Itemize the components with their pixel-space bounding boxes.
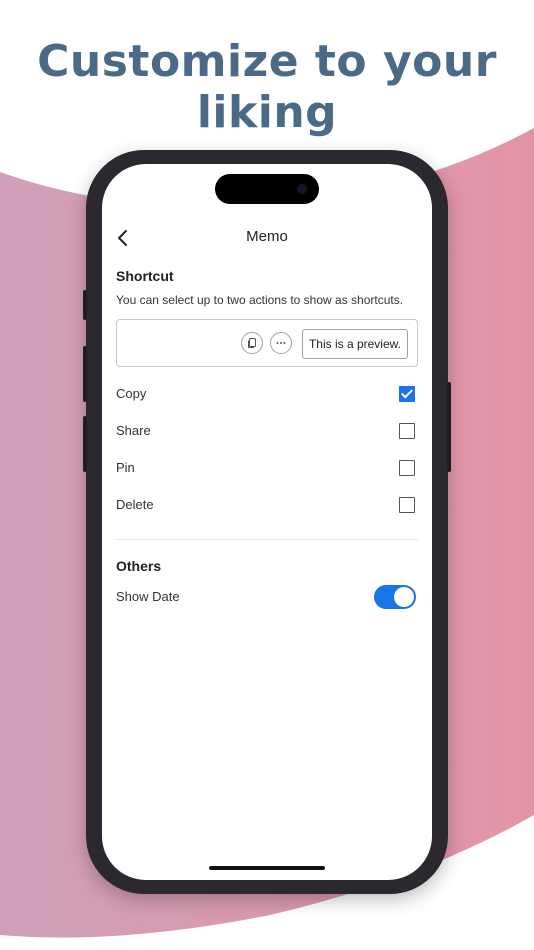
home-indicator: [209, 866, 325, 870]
nav-bar: Memo: [102, 226, 432, 250]
option-label: Share: [116, 423, 151, 438]
copy-checkbox[interactable]: [399, 385, 415, 402]
settings-content: Shortcut You can select up to two action…: [116, 268, 418, 615]
share-checkbox[interactable]: [399, 422, 415, 439]
copy-icon: [248, 338, 256, 348]
pin-checkbox[interactable]: [399, 459, 415, 476]
section-divider: [116, 539, 418, 540]
option-label: Pin: [116, 460, 135, 475]
page-title: Memo: [246, 228, 288, 245]
preview-text-chip: This is a preview.: [301, 329, 408, 359]
option-label: Copy: [116, 386, 147, 401]
option-row-delete[interactable]: Delete: [116, 486, 418, 523]
preview-more-button[interactable]: [270, 332, 292, 354]
delete-checkbox[interactable]: [399, 496, 415, 513]
more-icon: [276, 342, 286, 344]
option-label: Delete: [116, 497, 154, 512]
show-date-label: Show Date: [116, 589, 180, 604]
option-row-share[interactable]: Share: [116, 412, 418, 449]
checkmark-icon: [400, 385, 414, 399]
camera-icon: [297, 184, 307, 194]
option-row-copy[interactable]: Copy: [116, 375, 418, 412]
show-date-toggle[interactable]: [374, 584, 416, 609]
shortcut-section-title: Shortcut: [116, 268, 174, 284]
toggle-knob: [394, 586, 414, 607]
dynamic-island: [215, 174, 319, 204]
show-date-row[interactable]: Show Date: [116, 578, 418, 615]
shortcut-description: You can select up to two actions to show…: [116, 293, 404, 307]
headline: Customize to your liking: [37, 36, 497, 138]
others-section-title: Others: [116, 558, 162, 574]
shortcut-options: Copy Share Pin Delete: [116, 375, 418, 523]
phone-screen: Memo Shortcut You can select up to two a…: [102, 164, 432, 880]
option-row-pin[interactable]: Pin: [116, 449, 418, 486]
phone-frame: Memo Shortcut You can select up to two a…: [83, 150, 451, 894]
preview-copy-button[interactable]: [241, 332, 263, 354]
shortcut-preview: This is a preview.: [116, 319, 418, 367]
